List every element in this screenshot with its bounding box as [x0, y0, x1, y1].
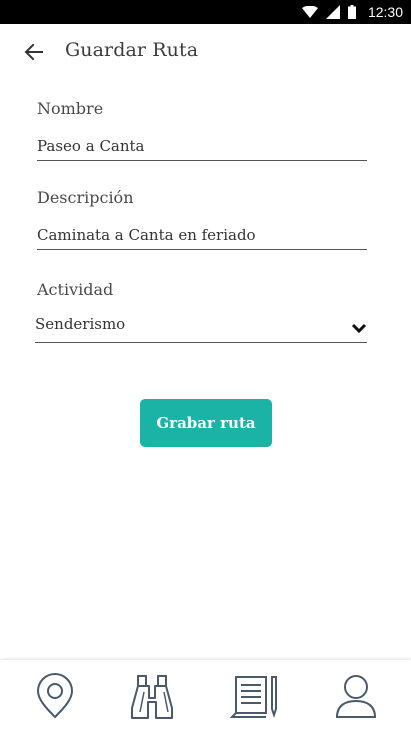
battery-icon: [347, 5, 356, 19]
page-title: Guardar Ruta: [65, 39, 199, 61]
wifi-icon: [301, 6, 318, 18]
nav-item-notes[interactable]: [224, 670, 284, 722]
notes-icon: [229, 676, 277, 719]
cell-signal-icon: [325, 5, 340, 19]
activity-selected-value: Senderismo: [35, 315, 126, 333]
app-header: Guardar Ruta: [0, 24, 411, 80]
activity-label: Actividad: [37, 280, 114, 299]
record-route-button[interactable]: Grabar ruta: [140, 399, 272, 447]
profile-icon: [335, 675, 377, 718]
name-input[interactable]: [37, 131, 367, 161]
description-label: Descripción: [37, 188, 134, 207]
location-pin-icon: [36, 673, 74, 719]
nav-item-explore[interactable]: [122, 670, 182, 722]
chevron-down-icon: [351, 323, 367, 334]
status-bar: 12:30: [0, 0, 411, 24]
nav-item-profile[interactable]: [326, 670, 386, 722]
nav-item-location[interactable]: [25, 670, 85, 722]
activity-select[interactable]: Senderismo: [35, 312, 367, 343]
back-arrow-icon[interactable]: [22, 40, 46, 64]
status-icons: 12:30: [301, 0, 403, 24]
status-time: 12:30: [367, 4, 403, 20]
bottom-nav: [0, 660, 411, 731]
name-label: Nombre: [37, 99, 104, 118]
binoculars-icon: [131, 675, 173, 719]
description-input[interactable]: [37, 220, 367, 250]
